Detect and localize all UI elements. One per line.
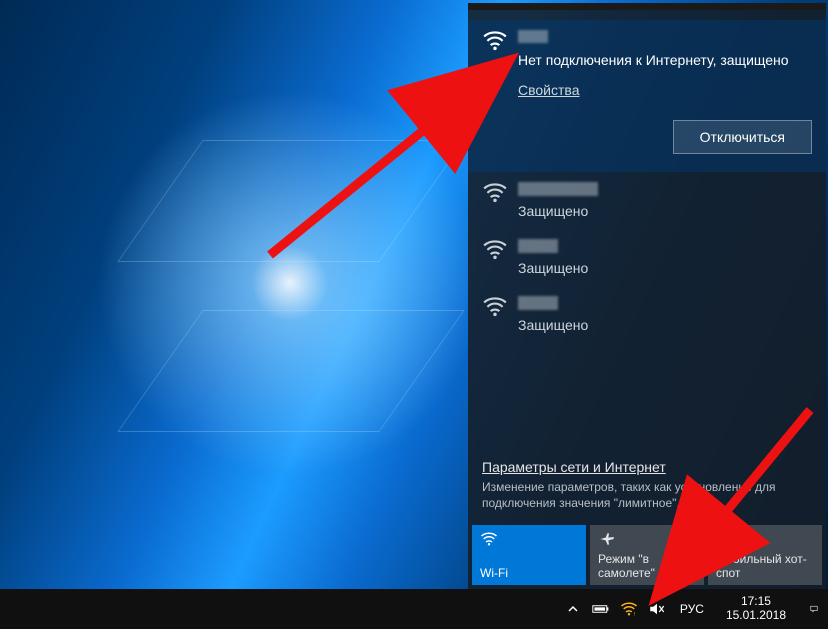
wifi-icon <box>482 30 508 52</box>
wifi-icon <box>482 182 508 204</box>
volume-muted-icon[interactable] <box>648 600 666 618</box>
battery-icon[interactable] <box>592 600 610 618</box>
ssid-blurred <box>518 30 548 43</box>
ssid-blurred <box>518 182 598 196</box>
tile-mobile-hotspot[interactable]: Мобильный хот-спот <box>708 525 822 585</box>
network-flyout: Нет подключения к Интернету, защищено Св… <box>468 3 826 589</box>
quick-action-tiles: Wi-Fi Режим "в самолете" Мобильный хот-с… <box>468 525 826 589</box>
airplane-icon <box>598 531 696 549</box>
wifi-icon <box>480 531 578 549</box>
tile-label: Wi-Fi <box>480 567 578 581</box>
secured-label: Защищено <box>518 203 812 219</box>
tile-label: Мобильный хот-спот <box>716 553 814 581</box>
flyout-top-strip <box>468 3 826 10</box>
tile-label: Режим "в самолете" <box>598 553 696 581</box>
network-item[interactable]: Защищено <box>468 172 826 229</box>
hotspot-icon <box>716 531 814 549</box>
wifi-icon <box>482 239 508 261</box>
ssid-blurred <box>518 296 558 310</box>
network-item[interactable]: Защищено <box>468 229 826 286</box>
clock-time: 17:15 <box>726 595 786 609</box>
disconnect-button[interactable]: Отключиться <box>673 120 812 154</box>
svg-text:!: ! <box>633 612 634 617</box>
properties-link[interactable]: Свойства <box>518 82 579 98</box>
wifi-icon <box>482 296 508 318</box>
secured-label: Защищено <box>518 317 812 333</box>
connection-status: Нет подключения к Интернету, защищено <box>518 52 812 68</box>
action-center-icon[interactable] <box>804 599 824 619</box>
clock-date: 15.01.2018 <box>726 609 786 623</box>
network-item[interactable]: Защищено <box>468 286 826 343</box>
tile-airplane-mode[interactable]: Режим "в самолете" <box>590 525 704 585</box>
network-list: Нет подключения к Интернету, защищено Св… <box>468 10 826 447</box>
clock[interactable]: 17:15 15.01.2018 <box>718 595 794 623</box>
ssid-blurred <box>518 239 558 253</box>
wifi-warning-icon[interactable]: ! <box>620 600 638 618</box>
secured-label: Защищено <box>518 260 812 276</box>
system-tray: ! РУС 17:15 15.01.2018 <box>564 595 824 623</box>
network-settings-description: Изменение параметров, таких как установл… <box>482 479 812 511</box>
network-settings-link[interactable]: Параметры сети и Интернет <box>482 459 666 475</box>
tile-wifi[interactable]: Wi-Fi <box>472 525 586 585</box>
network-settings-block: Параметры сети и Интернет Изменение пара… <box>468 447 826 525</box>
language-indicator[interactable]: РУС <box>676 602 708 616</box>
taskbar: ! РУС 17:15 15.01.2018 <box>0 589 828 629</box>
network-item-active[interactable]: Нет подключения к Интернету, защищено Св… <box>468 20 826 172</box>
tray-chevron-up-icon[interactable] <box>564 600 582 618</box>
